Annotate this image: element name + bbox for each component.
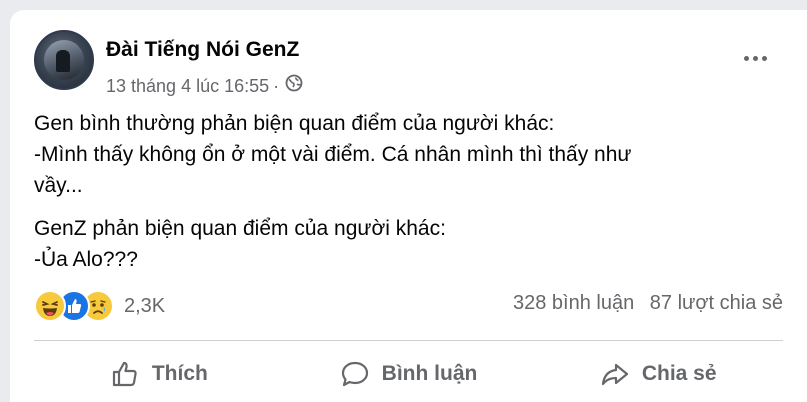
post-header: Đài Tiếng Nói GenZ 13 tháng 4 lúc 16:55 … xyxy=(34,30,783,96)
like-icon xyxy=(112,361,137,387)
shares-count-link[interactable]: 87 lượt chia sẻ xyxy=(650,292,783,314)
comment-icon xyxy=(341,361,368,387)
content-paragraph-2: GenZ phản biện quan điểm của người khác:… xyxy=(34,213,774,275)
like-button[interactable]: Thích xyxy=(34,352,284,396)
comments-count-link[interactable]: 328 bình luận xyxy=(513,292,634,314)
post-actions: Thích Bình luận Chia sẻ xyxy=(34,352,783,396)
post-meta: 13 tháng 4 lúc 16:55 · xyxy=(106,74,303,97)
more-options-button[interactable] xyxy=(735,46,775,70)
more-horizontal-icon xyxy=(743,55,749,61)
content-line: GenZ phản biện quan điểm của người khác: xyxy=(34,217,446,240)
reactions-summary[interactable]: 2,3K xyxy=(34,290,165,322)
content-line: -Mình thấy không ổn ở một vài điểm. Cá n… xyxy=(34,143,632,166)
post-card: Đài Tiếng Nói GenZ 13 tháng 4 lúc 16:55 … xyxy=(10,10,807,402)
page-name-link[interactable]: Đài Tiếng Nói GenZ xyxy=(106,38,299,62)
content-line: -Ủa Alo??? xyxy=(34,248,138,271)
content-line: Gen bình thường phản biện quan điểm của … xyxy=(34,112,555,135)
content-line: vầy... xyxy=(34,174,83,197)
haha-reaction-icon xyxy=(34,290,66,322)
content-paragraph-1: Gen bình thường phản biện quan điểm của … xyxy=(34,108,774,201)
like-label: Thích xyxy=(151,362,208,385)
globe-icon[interactable] xyxy=(285,74,303,97)
more-dot xyxy=(752,55,758,61)
share-icon xyxy=(601,363,628,386)
share-label: Chia sẻ xyxy=(641,362,717,385)
post-content: Gen bình thường phản biện quan điểm của … xyxy=(34,108,774,287)
reaction-count[interactable]: 2,3K xyxy=(124,295,165,318)
post-timestamp[interactable]: 13 tháng 4 lúc 16:55 xyxy=(106,75,269,97)
page-avatar[interactable] xyxy=(34,30,94,90)
comment-label: Bình luận xyxy=(381,362,478,385)
avatar-figure xyxy=(56,50,70,72)
divider xyxy=(34,340,783,341)
engagement-counts: 328 bình luận 87 lượt chia sẻ xyxy=(513,292,783,315)
share-button[interactable]: Chia sẻ xyxy=(533,352,783,396)
meta-separator: · xyxy=(273,75,280,96)
comment-button[interactable]: Bình luận xyxy=(284,352,534,396)
post-stats: 2,3K 328 bình luận 87 lượt chia sẻ xyxy=(34,290,783,322)
more-dot xyxy=(761,55,767,61)
